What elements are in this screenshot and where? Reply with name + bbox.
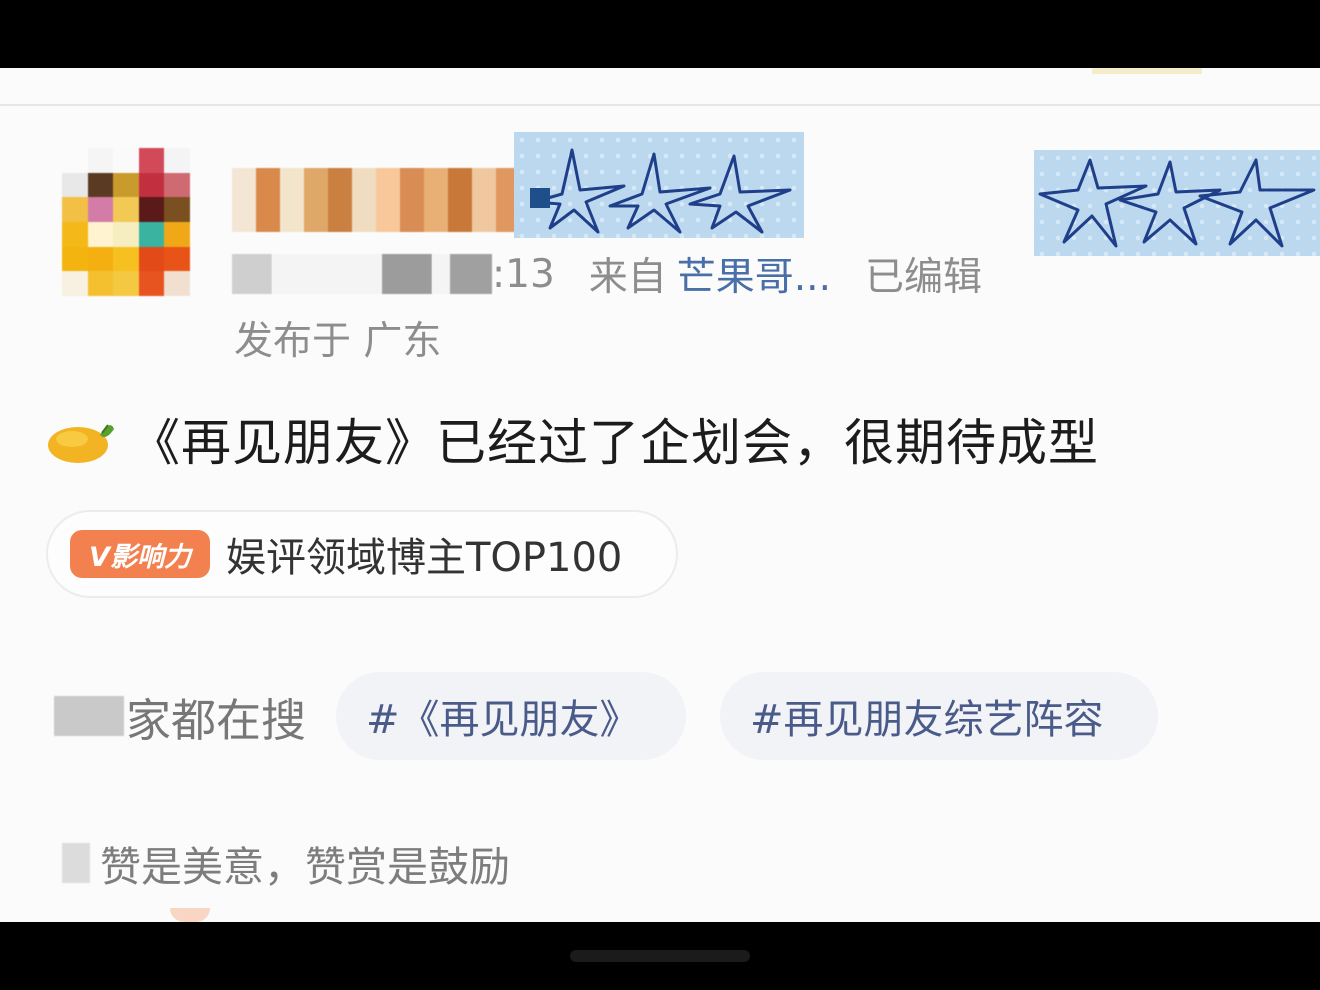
influence-ranking-pill[interactable]: V影响力 娱评领域博主TOP100 <box>46 510 678 598</box>
v-influence-badge: V影响力 <box>70 530 210 578</box>
avatar[interactable] <box>62 148 190 296</box>
post-content: 《再见朋友》已经过了企划会，很期待成型 <box>44 404 1099 474</box>
trending-search-row: 家都在搜 #《再见朋友》 #再见朋友综艺阵容 <box>54 670 1159 762</box>
timestamp: :13 <box>492 251 555 297</box>
username-redacted[interactable] <box>232 168 544 232</box>
post-text: 《再见朋友》已经过了企划会，很期待成型 <box>130 414 1099 472</box>
trending-search-label: 家都在搜 <box>54 684 306 749</box>
reward-prompt[interactable]: 赞是美意，赞赏是鼓励 <box>62 838 510 891</box>
top-bar-decor <box>1092 68 1202 74</box>
source-link[interactable]: 芒果哥... <box>677 246 831 302</box>
reward-text: 赞是美意，赞赏是鼓励 <box>100 843 510 891</box>
star-sticker-icon <box>514 132 804 238</box>
timestamp-redacted <box>232 254 272 294</box>
edited-label[interactable]: 已编辑 <box>865 246 982 302</box>
star-sticker-icon <box>1034 150 1320 256</box>
post-location: 发布于 广东 <box>234 319 442 364</box>
post-screen: :13 来自 芒果哥... 已编辑 发布于 广东 《再见朋友》已经过了企划会，很… <box>0 68 1320 922</box>
from-label: 来自 <box>588 255 667 300</box>
system-bottom-bar <box>0 922 1320 990</box>
top-divider-bar <box>0 68 1320 106</box>
post-meta: :13 来自 芒果哥... 已编辑 <box>232 248 982 300</box>
mango-emoji-icon <box>48 424 114 463</box>
home-indicator[interactable] <box>570 950 750 962</box>
hashtag-chip[interactable]: #再见朋友综艺阵容 <box>720 672 1159 760</box>
reward-decor <box>170 908 210 922</box>
influence-ranking-text: 娱评领域博主TOP100 <box>226 535 623 581</box>
hashtag-chip[interactable]: #《再见朋友》 <box>336 672 687 760</box>
